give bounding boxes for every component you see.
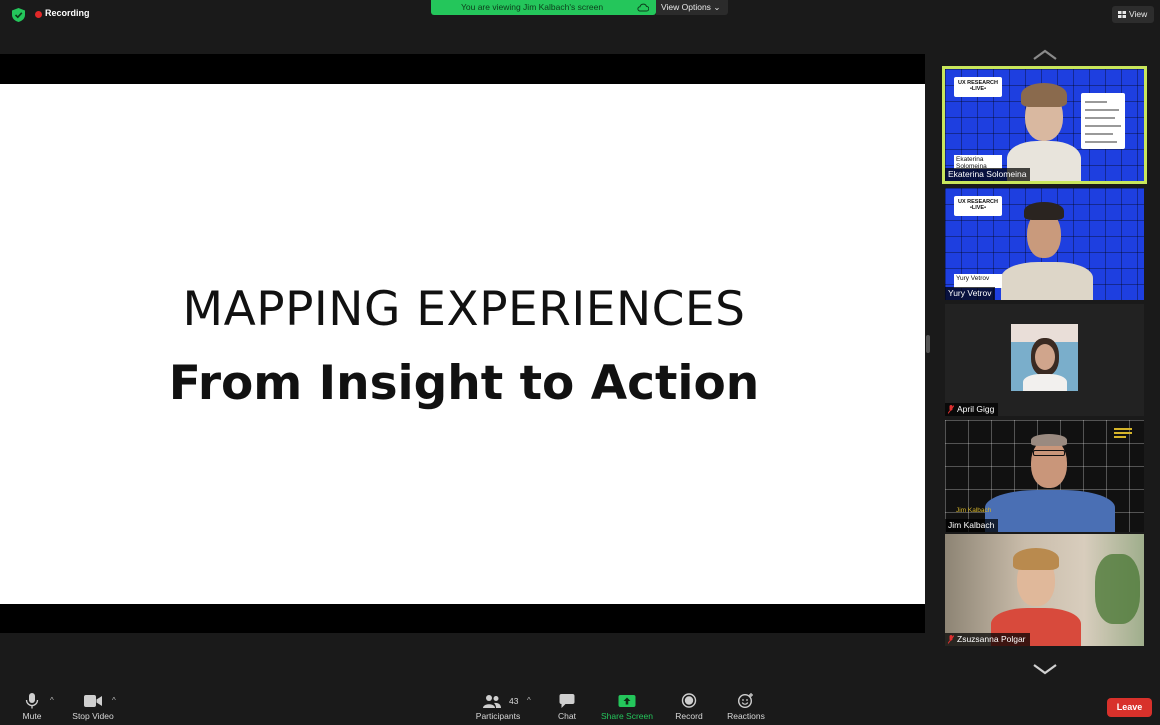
video-tile-ekaterina-solomeina[interactable]: UX RESEARCH •LIVE• Ekaterina Solomeina Ek… [942,66,1147,184]
view-options-label: View Options [661,2,711,12]
video-camera-icon [84,695,102,707]
logo [1114,428,1132,442]
share-screen-button[interactable]: Share Screen [598,688,656,725]
viewing-screen-text: You are viewing Jim Kalbach's screen [461,2,604,12]
share-screen-label: Share Screen [601,711,653,721]
chevron-down-icon[interactable] [1031,662,1059,676]
lower-third-label: Yury Vetrov [954,274,1002,288]
audio-options-caret-icon[interactable]: ^ [50,696,54,705]
meeting-controls-bar: Mute ^ Stop Video ^ 43 Participants ^ Ch… [0,688,1160,725]
muted-microphone-icon [948,405,954,414]
smiley-add-icon [738,693,753,708]
mute-button[interactable]: Mute [10,688,54,725]
participant-name-text: April Gigg [957,404,995,414]
lower-third-label: Jim Kalbach [956,507,992,514]
ux-research-live-badge: UX RESEARCH •LIVE• [954,77,1002,97]
video-tile-april-gigg[interactable]: April Gigg [945,304,1144,416]
recording-label: Recording [45,8,90,18]
view-button-label: View [1129,9,1148,19]
stop-video-label: Stop Video [72,711,114,721]
chevron-down-icon: ⌄ [713,2,721,12]
meeting-top-bar: Recording You are viewing Jim Kalbach's … [0,0,1160,30]
share-screen-icon [618,695,636,707]
lower-third-label: Ekaterina Solomeina [954,155,1002,170]
participant-name: Ekaterina Solomeina [945,168,1031,181]
record-button[interactable]: Record [670,688,708,725]
panel-resize-handle[interactable] [926,335,930,353]
participants-count: 43 [509,696,519,706]
video-options-caret-icon[interactable]: ^ [112,696,116,705]
view-button[interactable]: View [1112,6,1154,23]
participant-name: Jim Kalbach [945,519,999,532]
ux-research-live-badge: UX RESEARCH •LIVE• [954,196,1002,216]
video-tile-jim-kalbach[interactable]: Jim Kalbach Jim Kalbach [945,420,1144,532]
video-tile-zsuzsanna-polgar[interactable]: Zsuzsanna Polgar [945,534,1144,646]
muted-microphone-icon [948,635,954,644]
participant-name: Yury Vetrov [945,287,996,300]
participant-name: April Gigg [945,403,999,416]
viewing-screen-banner: You are viewing Jim Kalbach's screen [431,0,656,15]
mute-label: Mute [22,711,42,721]
reactions-label: Reactions [727,711,765,721]
reactions-button[interactable]: Reactions [722,688,770,725]
video-tile-yury-vetrov[interactable]: UX RESEARCH •LIVE• Yury Vetrov Yury Vetro… [945,188,1144,300]
grid-view-icon [1118,11,1126,18]
chevron-up-icon[interactable] [1031,48,1059,62]
cloud-icon [637,3,649,12]
participant-name-text: Zsuzsanna Polgar [957,634,1026,644]
stop-video-button[interactable]: Stop Video [66,688,120,725]
presentation-slide: MAPPING EXPERIENCES From Insight to Acti… [0,84,925,604]
leave-button[interactable]: Leave [1107,698,1152,717]
participant-name: Zsuzsanna Polgar [945,633,1030,646]
slide-title: MAPPING EXPERIENCES [182,282,746,337]
recording-indicator-icon [35,11,42,18]
chat-button[interactable]: Chat [550,688,584,725]
shield-icon[interactable] [12,8,25,22]
chat-bubble-icon [559,694,575,708]
chat-label: Chat [558,711,576,721]
view-options-dropdown[interactable]: View Options ⌄ [656,0,728,15]
shared-screen-area: MAPPING EXPERIENCES From Insight to Acti… [0,54,925,633]
microphone-icon [25,693,39,709]
participants-label: Participants [475,711,521,721]
slide-subtitle: From Insight to Action [168,356,760,411]
participants-options-caret-icon[interactable]: ^ [527,696,531,705]
agenda-panel [1081,93,1125,149]
record-label: Record [675,711,703,721]
glasses [1033,450,1065,456]
participants-button[interactable]: 43 Participants [470,688,526,725]
participants-icon [483,695,501,708]
avatar [1011,324,1078,391]
record-icon [681,693,697,708]
